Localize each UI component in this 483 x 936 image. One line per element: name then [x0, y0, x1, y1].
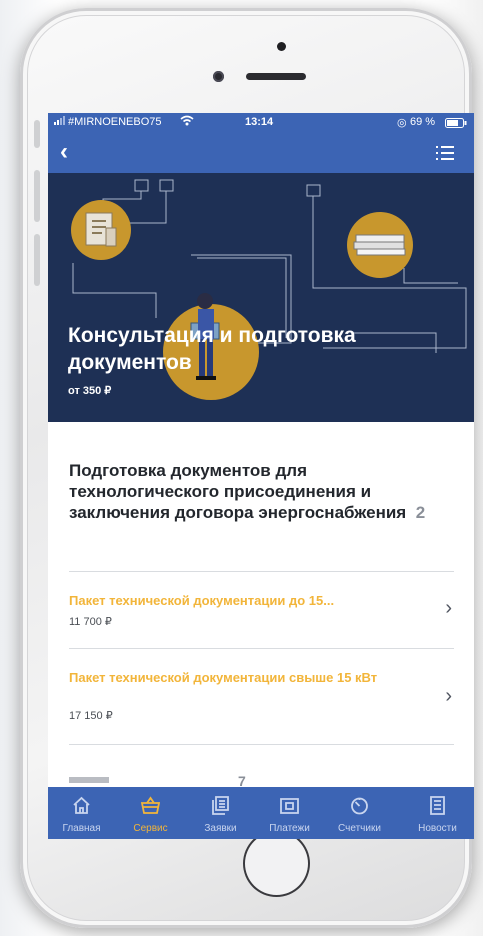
- carrier-name: #MIRNOENEBO75: [68, 116, 162, 128]
- documents-icon: [212, 796, 229, 815]
- service-title: Консультация и подготовка документов: [68, 324, 356, 374]
- tab-label: Счетчики: [338, 823, 381, 834]
- app-screen: #MIRNOENEBO75 13:14 ◎ 69 % ‹ Консультаци…: [48, 113, 474, 839]
- bottom-tab-bar: Главная Сервис Заявки Платежи Счетчики Н…: [48, 787, 474, 839]
- camera-dot: [277, 42, 286, 51]
- tab-label: Платежи: [269, 823, 310, 834]
- item-price: 17 150 ₽: [69, 710, 113, 722]
- lock-rotation-icon: ◎: [397, 117, 407, 129]
- section-title-text: Подготовка документов для технологическо…: [69, 461, 407, 522]
- signal-icon: [54, 116, 66, 128]
- divider: [69, 648, 454, 649]
- section-count-badge: 2: [415, 503, 426, 522]
- list-icon[interactable]: [436, 146, 454, 160]
- news-icon: [430, 796, 445, 815]
- tab-service[interactable]: Сервис: [117, 787, 184, 839]
- list-item[interactable]: Пакет технической документации до 15... …: [48, 583, 474, 649]
- chevron-right-icon: ›: [445, 597, 452, 619]
- chevron-right-icon: ›: [445, 685, 452, 707]
- item-title: Пакет технической документации до 15...: [69, 593, 335, 608]
- home-icon: [73, 796, 90, 814]
- wifi-icon: [180, 115, 194, 129]
- service-price: от 350 ₽: [68, 385, 112, 397]
- volume-down-button: [34, 234, 40, 286]
- chevron-left-icon[interactable]: ‹: [60, 139, 68, 165]
- tab-label: Сервис: [133, 823, 168, 834]
- tab-payments[interactable]: Платежи: [256, 787, 323, 839]
- next-section-count: 7: [238, 773, 246, 787]
- earpiece-speaker: [246, 73, 306, 80]
- status-bar: #MIRNOENEBO75 13:14 ◎ 69 %: [48, 113, 474, 133]
- battery-icon: [445, 118, 467, 131]
- volume-up-button: [34, 170, 40, 222]
- list-item[interactable]: Пакет технической документации свыше 15 …: [48, 660, 474, 744]
- section-heading: Подготовка документов для технологическо…: [69, 460, 449, 523]
- item-price: 11 700 ₽: [69, 616, 112, 628]
- navigation-bar: ‹: [48, 133, 474, 173]
- divider: [69, 744, 454, 745]
- clock: 13:14: [245, 116, 274, 128]
- circuit-illustration: [71, 179, 467, 400]
- divider: [69, 571, 454, 572]
- tab-label: Новости: [418, 823, 457, 834]
- tab-home[interactable]: Главная: [48, 787, 115, 839]
- mute-switch: [34, 120, 40, 148]
- wallet-icon: [280, 798, 299, 814]
- meter-icon: [351, 797, 368, 815]
- service-hero-banner: Консультация и подготовка документов от …: [48, 173, 474, 422]
- front-camera: [213, 71, 224, 82]
- tab-label: Главная: [62, 823, 101, 834]
- home-button[interactable]: [243, 830, 310, 897]
- tab-meters[interactable]: Счетчики: [326, 787, 393, 839]
- item-title: Пакет технической документации свыше 15 …: [69, 670, 378, 685]
- tab-news[interactable]: Новости: [404, 787, 471, 839]
- next-section-heading-partial: [69, 777, 109, 783]
- basket-icon: [141, 796, 160, 814]
- tab-label: Заявки: [204, 823, 237, 834]
- tab-requests[interactable]: Заявки: [187, 787, 254, 839]
- battery-level: 69 %: [410, 116, 436, 128]
